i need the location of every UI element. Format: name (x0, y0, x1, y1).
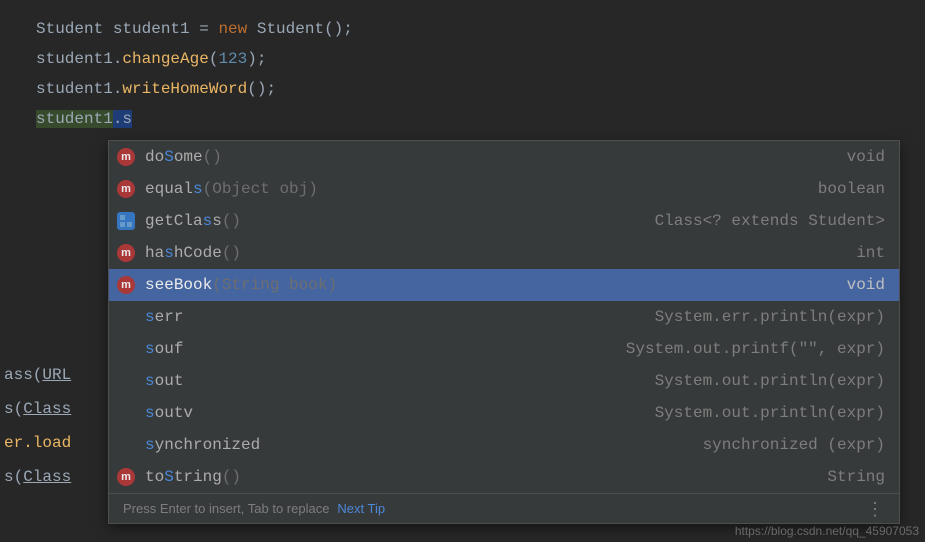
method-name: changeAge (122, 50, 208, 68)
suggestion-type: void (847, 276, 885, 294)
code-text: ( (209, 50, 219, 68)
code-text: Student(); (247, 20, 353, 38)
suggestion-type: System.out.println(expr) (655, 372, 885, 390)
suggestion-label: seeBook(String book) (145, 276, 337, 294)
suggestion-label: soutv (145, 404, 193, 422)
suggestion-type: System.err.println(expr) (655, 308, 885, 326)
autocomplete-item[interactable]: serr System.err.println(expr) (109, 301, 899, 333)
suggestion-type: boolean (818, 180, 885, 198)
suggestion-type: System.out.println(expr) (655, 404, 885, 422)
autocomplete-item[interactable]: m toString() String (109, 461, 899, 493)
number-literal: 123 (218, 50, 247, 68)
autocomplete-footer: Press Enter to insert, Tab to replace Ne… (109, 493, 899, 523)
method-icon: m (117, 244, 135, 262)
method-name: writeHomeWord (122, 80, 247, 98)
bg-code-line: ass(URL (4, 358, 71, 392)
autocomplete-item[interactable]: m equals(Object obj) boolean (109, 173, 899, 205)
suggestion-type: int (856, 244, 885, 262)
suggestion-label: equals(Object obj) (145, 180, 318, 198)
keyword-new: new (218, 20, 247, 38)
background-code: ass(URL s(Class er.load s(Class (0, 358, 71, 494)
autocomplete-item[interactable]: getClass() Class<? extends Student> (109, 205, 899, 237)
suggestion-label: getClass() (145, 212, 241, 230)
code-line: student1.changeAge(123); (36, 44, 925, 74)
code-text: student1 (36, 80, 113, 98)
suggestion-label: souf (145, 340, 183, 358)
suggestion-label: synchronized (145, 436, 260, 454)
template-icon (117, 340, 135, 358)
suggestion-label: toString() (145, 468, 241, 486)
code-text: Student student1 = (36, 20, 218, 38)
bg-code-line: s(Class (4, 392, 71, 426)
suggestion-type: System.out.printf("", expr) (626, 340, 885, 358)
autocomplete-item[interactable]: m doSome() void (109, 141, 899, 173)
typed-prefix: .s (113, 110, 132, 128)
next-tip-link[interactable]: Next Tip (337, 501, 385, 516)
suggestion-type: void (847, 148, 885, 166)
suggestion-label: sout (145, 372, 183, 390)
suggestion-type: Class<? extends Student> (655, 212, 885, 230)
bg-code-line: er.load (4, 426, 71, 460)
bg-code-line: s(Class (4, 460, 71, 494)
code-text: student1 (36, 110, 113, 128)
autocomplete-item[interactable]: m hashCode() int (109, 237, 899, 269)
more-icon[interactable]: ⋮ (866, 505, 885, 513)
suggestion-type: String (827, 468, 885, 486)
class-icon (117, 212, 135, 230)
code-editor[interactable]: Student student1 = new Student(); studen… (0, 0, 925, 134)
autocomplete-item[interactable]: souf System.out.printf("", expr) (109, 333, 899, 365)
method-icon: m (117, 180, 135, 198)
footer-hint: Press Enter to insert, Tab to replace (123, 501, 329, 516)
autocomplete-popup[interactable]: m doSome() void m equals(Object obj) boolean g… (108, 140, 900, 524)
method-icon: m (117, 468, 135, 486)
code-text: (); (247, 80, 276, 98)
code-text: ); (247, 50, 266, 68)
template-icon (117, 404, 135, 422)
suggestion-label: hashCode() (145, 244, 241, 262)
suggestion-label: doSome() (145, 148, 222, 166)
autocomplete-item[interactable]: sout System.out.println(expr) (109, 365, 899, 397)
code-text: . (113, 50, 123, 68)
code-line: student1.s (36, 104, 925, 134)
code-text: . (113, 80, 123, 98)
code-line: student1.writeHomeWord(); (36, 74, 925, 104)
suggestion-label: serr (145, 308, 183, 326)
code-line: Student student1 = new Student(); (36, 14, 925, 44)
autocomplete-item[interactable]: synchronized synchronized (expr) (109, 429, 899, 461)
autocomplete-item[interactable]: soutv System.out.println(expr) (109, 397, 899, 429)
code-text: student1 (36, 50, 113, 68)
template-icon (117, 308, 135, 326)
method-icon: m (117, 148, 135, 166)
template-icon (117, 372, 135, 390)
template-icon (117, 436, 135, 454)
autocomplete-item[interactable]: m seeBook(String book) void (109, 269, 899, 301)
suggestion-type: synchronized (expr) (703, 436, 885, 454)
method-icon: m (117, 276, 135, 294)
watermark: https://blog.csdn.net/qq_45907053 (735, 524, 919, 538)
